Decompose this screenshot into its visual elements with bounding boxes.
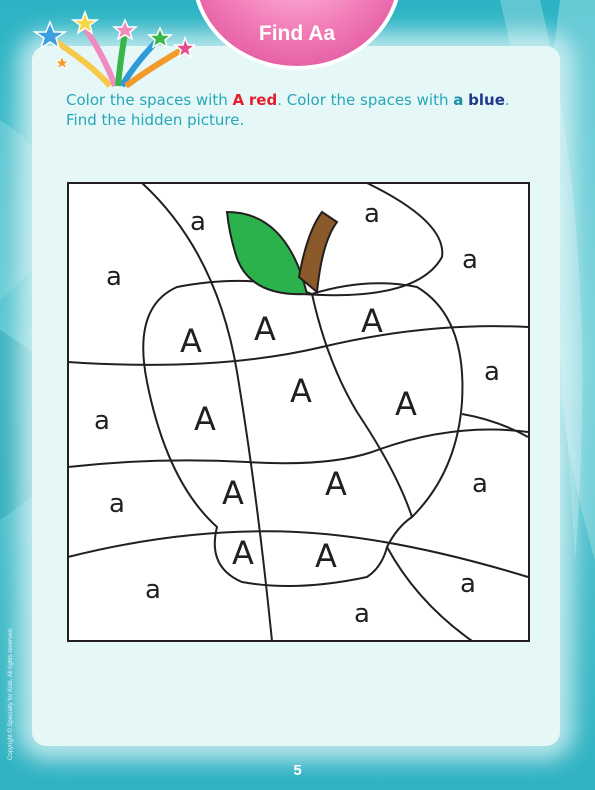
letter-A: A xyxy=(254,310,276,348)
letter-a: a xyxy=(484,357,500,387)
instruction-text-1: Color the spaces with xyxy=(66,91,233,109)
instructions: Color the spaces with A red. Color the s… xyxy=(66,90,546,130)
instruction-letter-upper: A xyxy=(232,91,245,109)
instruction-color-red: red xyxy=(248,91,278,109)
shooting-stars-icon xyxy=(32,9,195,88)
instruction-letter-lower: a xyxy=(453,91,464,109)
letter-A: A xyxy=(325,465,347,503)
letter-A: A xyxy=(222,474,244,512)
letter-a: a xyxy=(462,245,478,275)
letter-A: A xyxy=(232,534,254,572)
page-title: Find Aa xyxy=(258,22,336,45)
letter-a: a xyxy=(460,569,476,599)
copyright-notice: Copyright © Specialty for Kids. All righ… xyxy=(8,627,14,760)
instruction-text-2: . Color the spaces with xyxy=(277,91,454,109)
letter-a: a xyxy=(106,262,122,292)
letter-a: a xyxy=(364,199,380,229)
letter-A: A xyxy=(194,400,216,438)
letter-a: a xyxy=(145,575,161,605)
page-number: 5 xyxy=(293,762,302,779)
letter-A: A xyxy=(180,322,202,360)
letter-A: A xyxy=(315,537,337,575)
letter-a: a xyxy=(472,469,488,499)
instruction-text-3: . xyxy=(504,91,510,109)
letter-a: a xyxy=(354,599,370,629)
instruction-line-2: Find the hidden picture. xyxy=(66,111,245,129)
letter-a: a xyxy=(109,489,125,519)
instruction-color-blue: blue xyxy=(468,91,505,109)
letter-A: A xyxy=(290,372,312,410)
letter-a: a xyxy=(94,406,110,436)
letter-A: A xyxy=(395,385,417,423)
letter-A: A xyxy=(361,302,383,340)
hidden-picture-puzzle: A A A A A A A A A A a a a a a a a a a a … xyxy=(67,182,530,642)
letter-a: a xyxy=(190,207,206,237)
